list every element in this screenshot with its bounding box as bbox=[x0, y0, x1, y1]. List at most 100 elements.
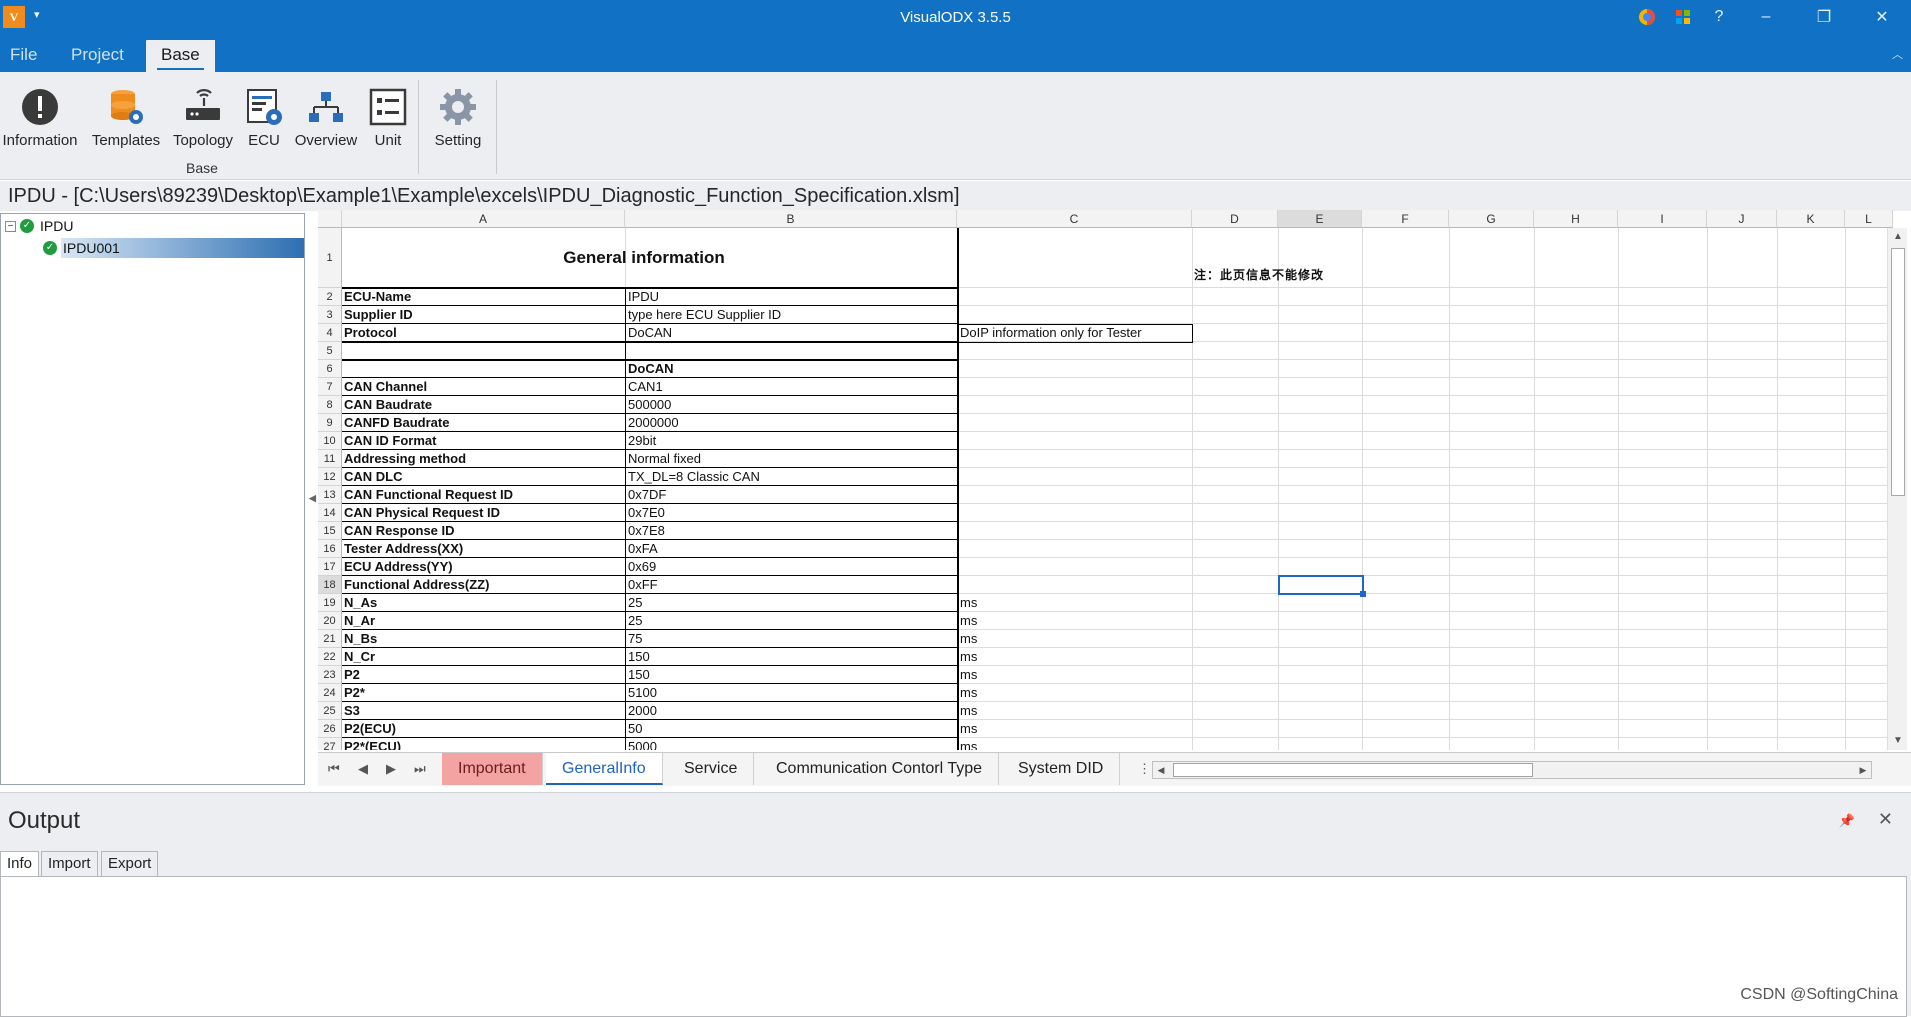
cell-a-9[interactable]: CANFD Baudrate bbox=[344, 414, 622, 432]
cell-b-5[interactable] bbox=[628, 342, 948, 360]
scroll-down-icon[interactable]: ▼ bbox=[1888, 732, 1908, 750]
column-header-h[interactable]: H bbox=[1534, 210, 1618, 228]
cell-b-26[interactable]: 50 bbox=[628, 720, 948, 738]
menu-file[interactable]: File bbox=[1, 40, 46, 72]
cell-c-17[interactable] bbox=[960, 558, 1190, 576]
menu-base[interactable]: Base bbox=[146, 40, 215, 72]
tab-service[interactable]: Service bbox=[668, 753, 755, 785]
vertical-scrollbar[interactable]: ▲ ▼ bbox=[1887, 228, 1907, 750]
cell-a-2[interactable]: ECU-Name bbox=[344, 288, 622, 306]
scroll-left-icon[interactable]: ◀ bbox=[1153, 762, 1169, 778]
column-header-a[interactable]: A bbox=[342, 210, 625, 228]
cell-c-26[interactable]: ms bbox=[960, 720, 1190, 738]
cell-a-22[interactable]: N_Cr bbox=[344, 648, 622, 666]
hscroll-thumb[interactable] bbox=[1173, 763, 1533, 777]
cell-b-6[interactable]: DoCAN bbox=[628, 360, 948, 378]
row-header[interactable]: 12 bbox=[318, 468, 342, 486]
tab-communication-control-type[interactable]: Communication Contorl Type bbox=[760, 753, 1000, 785]
cell-c-27[interactable]: ms bbox=[960, 738, 1190, 750]
cell-a-21[interactable]: N_Bs bbox=[344, 630, 622, 648]
output-content[interactable] bbox=[0, 876, 1907, 1017]
row-header[interactable]: 27 bbox=[318, 738, 342, 750]
row-header[interactable]: 23 bbox=[318, 666, 342, 684]
cell-b-25[interactable]: 2000 bbox=[628, 702, 948, 720]
cell-a-3[interactable]: Supplier ID bbox=[344, 306, 622, 324]
column-header-g[interactable]: G bbox=[1449, 210, 1534, 228]
cell-a-4[interactable]: Protocol bbox=[344, 324, 622, 342]
cell-c-21[interactable]: ms bbox=[960, 630, 1190, 648]
cell-c-18[interactable] bbox=[960, 576, 1190, 594]
row-header[interactable]: 20 bbox=[318, 612, 342, 630]
tree-node-ipdu[interactable]: − ✓ IPDU bbox=[5, 216, 73, 236]
cell-a-18[interactable]: Functional Address(ZZ) bbox=[344, 576, 622, 594]
column-header-i[interactable]: I bbox=[1618, 210, 1707, 228]
cell-c-23[interactable]: ms bbox=[960, 666, 1190, 684]
cell-b-16[interactable]: 0xFA bbox=[628, 540, 948, 558]
cell-b-22[interactable]: 150 bbox=[628, 648, 948, 666]
templates-button[interactable]: Templates bbox=[88, 76, 164, 156]
cell-b-15[interactable]: 0x7E8 bbox=[628, 522, 948, 540]
cell-a-27[interactable]: P2*(ECU) bbox=[344, 738, 622, 750]
row-header[interactable]: 10 bbox=[318, 432, 342, 450]
row-header[interactable]: 5 bbox=[318, 342, 342, 360]
topology-button[interactable]: Topology bbox=[168, 76, 238, 156]
theme-icon[interactable] bbox=[1629, 0, 1665, 34]
row-header[interactable]: 4 bbox=[318, 324, 342, 342]
cell-c-15[interactable] bbox=[960, 522, 1190, 540]
close-icon[interactable]: ✕ bbox=[1853, 0, 1911, 34]
row-header[interactable]: 6 bbox=[318, 360, 342, 378]
cell-b-7[interactable]: CAN1 bbox=[628, 378, 948, 396]
collapse-icon[interactable]: − bbox=[5, 220, 16, 232]
cell-a-6[interactable] bbox=[344, 360, 622, 378]
cell-c-5[interactable] bbox=[960, 342, 1190, 360]
output-tab-import[interactable]: Import bbox=[41, 851, 98, 877]
last-sheet-icon[interactable]: ⏭ bbox=[414, 761, 426, 777]
cell-a-14[interactable]: CAN Physical Request ID bbox=[344, 504, 622, 522]
output-tab-export[interactable]: Export bbox=[101, 851, 159, 877]
cell-c-24[interactable]: ms bbox=[960, 684, 1190, 702]
row-header[interactable]: 22 bbox=[318, 648, 342, 666]
cell-a-17[interactable]: ECU Address(YY) bbox=[344, 558, 622, 576]
cell-c-20[interactable]: ms bbox=[960, 612, 1190, 630]
row-header[interactable]: 3 bbox=[318, 306, 342, 324]
column-header-l[interactable]: L bbox=[1845, 210, 1893, 228]
row-header[interactable]: 8 bbox=[318, 396, 342, 414]
cell-b-9[interactable]: 2000000 bbox=[628, 414, 948, 432]
column-header-b[interactable]: B bbox=[625, 210, 957, 228]
tab-generalinfo[interactable]: GeneralInfo bbox=[546, 753, 663, 785]
cell-c-2[interactable] bbox=[960, 288, 1190, 306]
column-header-f[interactable]: F bbox=[1362, 210, 1449, 228]
pin-icon[interactable]: 📌 bbox=[1839, 813, 1855, 829]
tab-important[interactable]: Important bbox=[442, 753, 543, 785]
row-header[interactable]: 15 bbox=[318, 522, 342, 540]
output-tab-info[interactable]: Info bbox=[0, 851, 40, 877]
cell-b-4[interactable]: DoCAN bbox=[628, 324, 948, 342]
column-header-e[interactable]: E bbox=[1278, 210, 1362, 228]
cell-c-1[interactable] bbox=[960, 228, 1190, 288]
cell-b-12[interactable]: TX_DL=8 Classic CAN bbox=[628, 468, 948, 486]
selected-cell[interactable] bbox=[1278, 575, 1366, 597]
column-header-c[interactable]: C bbox=[957, 210, 1192, 228]
cell-c-9[interactable] bbox=[960, 414, 1190, 432]
cell-b-2[interactable]: IPDU bbox=[628, 288, 948, 306]
cell-a-26[interactable]: P2(ECU) bbox=[344, 720, 622, 738]
cell-c-7[interactable] bbox=[960, 378, 1190, 396]
tree-node-ipdu001[interactable]: ✓ IPDU001 bbox=[43, 238, 120, 258]
row-header[interactable]: 16 bbox=[318, 540, 342, 558]
column-header-d[interactable]: D bbox=[1192, 210, 1278, 228]
cell-b-17[interactable]: 0x69 bbox=[628, 558, 948, 576]
color-palette-icon[interactable] bbox=[1665, 0, 1701, 34]
cell-a-8[interactable]: CAN Baudrate bbox=[344, 396, 622, 414]
cell-b-19[interactable]: 25 bbox=[628, 594, 948, 612]
information-button[interactable]: Information bbox=[1, 76, 79, 156]
menu-project[interactable]: Project bbox=[62, 40, 133, 72]
cell-b-20[interactable]: 25 bbox=[628, 612, 948, 630]
next-sheet-icon[interactable]: ▶ bbox=[386, 761, 396, 777]
cell-b-14[interactable]: 0x7E0 bbox=[628, 504, 948, 522]
cell-c-10[interactable] bbox=[960, 432, 1190, 450]
cell-b-3[interactable]: type here ECU Supplier ID bbox=[628, 306, 948, 324]
cell-c-12[interactable] bbox=[960, 468, 1190, 486]
scroll-thumb[interactable] bbox=[1891, 248, 1905, 496]
column-header-j[interactable]: J bbox=[1707, 210, 1777, 228]
column-header-k[interactable]: K bbox=[1777, 210, 1845, 228]
